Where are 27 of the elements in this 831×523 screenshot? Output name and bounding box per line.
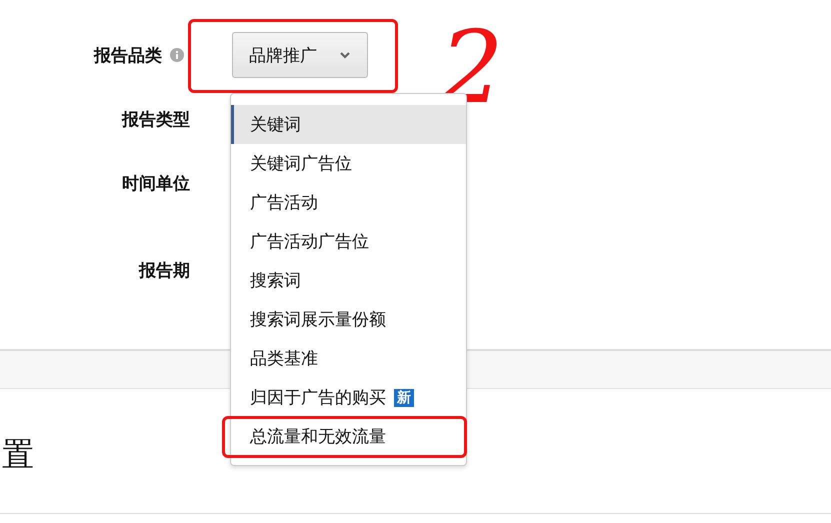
section-title: 置 bbox=[2, 434, 34, 475]
menu-item-label: 关键词广告位 bbox=[250, 153, 352, 175]
menu-item[interactable]: 品类基准 bbox=[231, 339, 466, 378]
menu-item[interactable]: 搜索词 bbox=[231, 261, 466, 300]
menu-item[interactable]: 关键词广告位 bbox=[231, 144, 466, 183]
menu-item[interactable]: 关键词 bbox=[231, 105, 466, 144]
menu-item[interactable]: 广告活动广告位 bbox=[231, 222, 466, 261]
info-icon[interactable] bbox=[170, 48, 184, 62]
menu-item[interactable]: 归因于广告的购买 新 bbox=[231, 378, 466, 417]
menu-item[interactable]: 搜索词展示量份额 bbox=[231, 300, 466, 339]
menu-item-label: 归因于广告的购买 bbox=[250, 387, 386, 409]
chevron-icon bbox=[339, 51, 351, 59]
field-label: 报告期 bbox=[139, 260, 190, 282]
field-label: 报告品类 bbox=[94, 44, 162, 66]
menu-item[interactable]: 总流量和无效流量 bbox=[231, 417, 466, 456]
menu-item-label: 广告活动 bbox=[250, 192, 318, 214]
category-dropdown[interactable]: 品牌推广 bbox=[232, 32, 368, 78]
menu-item-label: 搜索词 bbox=[250, 270, 301, 292]
field-label: 时间单位 bbox=[122, 172, 190, 194]
menu-item-label: 广告活动广告位 bbox=[250, 231, 369, 253]
menu-item-label: 总流量和无效流量 bbox=[250, 426, 386, 448]
new-badge: 新 bbox=[394, 388, 414, 406]
field-label: 报告类型 bbox=[122, 108, 190, 130]
menu-item-label: 品类基准 bbox=[250, 348, 318, 370]
menu-item-label: 关键词 bbox=[250, 114, 301, 136]
menu-item[interactable]: 广告活动 bbox=[231, 183, 466, 222]
menu-item-label: 搜索词展示量份额 bbox=[250, 309, 386, 331]
